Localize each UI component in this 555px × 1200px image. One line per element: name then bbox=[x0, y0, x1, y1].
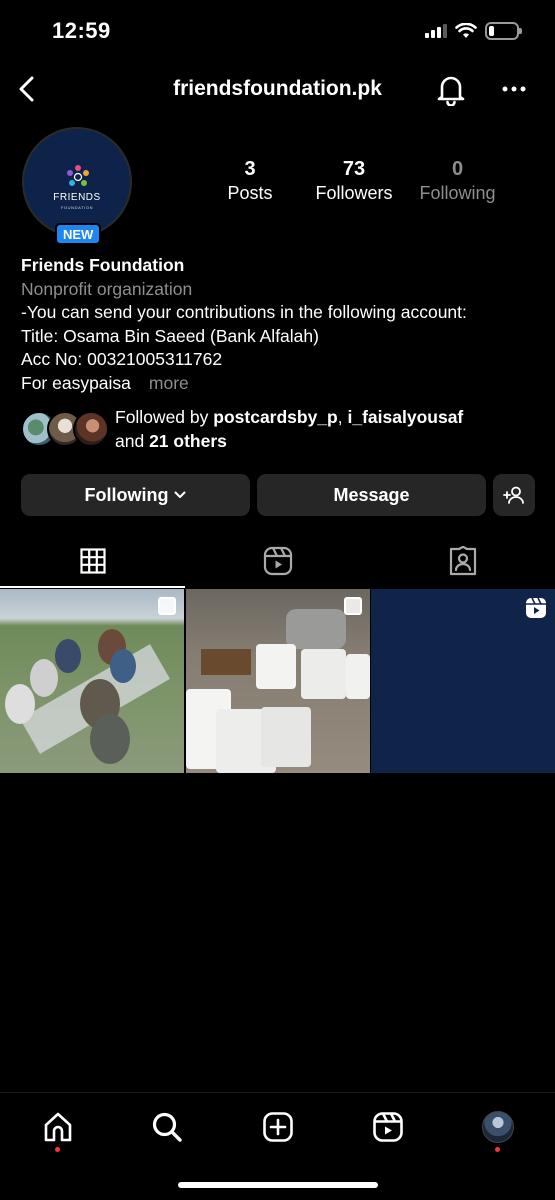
home-indicator[interactable] bbox=[178, 1182, 378, 1188]
mutual-followers-others[interactable]: 21 others bbox=[149, 431, 227, 451]
nav-search[interactable] bbox=[147, 1107, 187, 1147]
scene-person bbox=[90, 714, 130, 764]
profile-category: Nonprofit organization bbox=[21, 278, 193, 299]
profile-display-name: Friends Foundation bbox=[21, 255, 185, 275]
nav-new-post[interactable] bbox=[258, 1107, 298, 1147]
bell-icon bbox=[437, 76, 465, 107]
status-bar: 12:59 bbox=[0, 0, 555, 62]
status-icons bbox=[425, 22, 522, 40]
followers-stat[interactable]: 73 Followers bbox=[309, 158, 399, 204]
scene-person bbox=[30, 659, 58, 697]
reel-icon bbox=[526, 597, 546, 618]
mutual-follower-name[interactable]: postcardsby_p bbox=[213, 407, 337, 427]
multiple-posts-icon bbox=[158, 597, 176, 615]
avatar-logo-subtext: FOUNDATION bbox=[60, 205, 94, 210]
scene-person bbox=[5, 684, 35, 724]
new-badge: NEW bbox=[55, 223, 102, 245]
bio-line: Title: Osama Bin Saeed (Bank Alfalah) bbox=[21, 325, 319, 346]
mutual-follower-name[interactable]: i_faisalyousaf bbox=[348, 407, 464, 427]
home-notification-dot bbox=[55, 1147, 60, 1152]
mutual-follower-avatar bbox=[73, 411, 109, 447]
post-thumbnail[interactable] bbox=[186, 589, 370, 773]
scene-box-stack bbox=[256, 644, 296, 689]
profile-tabs bbox=[0, 534, 555, 588]
more-options-button[interactable] bbox=[498, 74, 530, 104]
message-button[interactable]: Message bbox=[257, 474, 486, 516]
tab-tagged[interactable] bbox=[370, 534, 555, 588]
chevron-down-icon bbox=[174, 491, 186, 498]
multiple-posts-icon bbox=[344, 597, 362, 615]
nav-home[interactable] bbox=[38, 1107, 78, 1147]
scene-person bbox=[55, 639, 81, 673]
nav-profile[interactable] bbox=[478, 1107, 518, 1147]
add-user-icon bbox=[503, 486, 524, 504]
following-count: 0 bbox=[451, 158, 464, 180]
scene-person bbox=[110, 649, 136, 683]
profile-bio: Friends Foundation Nonprofit organizatio… bbox=[21, 254, 541, 395]
ellipsis-icon bbox=[502, 86, 526, 92]
posts-label: Posts bbox=[227, 183, 273, 203]
bio-more-link[interactable]: more bbox=[149, 373, 189, 393]
reels-icon bbox=[263, 546, 292, 576]
following-button[interactable]: Following bbox=[21, 474, 250, 516]
bio-line: -You can send your contributions in the … bbox=[21, 302, 467, 322]
scene-box-stack bbox=[346, 654, 370, 699]
followed-by-text: Followed by postcardsby_p, i_faisalyousa… bbox=[115, 405, 463, 453]
home-icon bbox=[44, 1112, 72, 1142]
profile-header: friendsfoundation.pk bbox=[0, 62, 555, 118]
post-thumbnail[interactable] bbox=[0, 589, 184, 773]
new-post-icon bbox=[263, 1112, 293, 1142]
tagged-icon bbox=[449, 546, 476, 576]
following-button-label: Following bbox=[84, 484, 169, 505]
profile-notification-dot bbox=[495, 1147, 500, 1152]
profile-actions: Following Message bbox=[21, 474, 535, 516]
tab-reels[interactable] bbox=[185, 534, 370, 588]
cellular-signal-icon bbox=[425, 24, 447, 38]
wifi-icon bbox=[455, 23, 477, 38]
posts-count: 3 bbox=[244, 158, 256, 180]
followed-by-separator: , bbox=[337, 407, 343, 427]
battery-icon bbox=[485, 22, 522, 40]
tab-posts[interactable] bbox=[0, 534, 185, 588]
message-button-label: Message bbox=[333, 484, 410, 505]
scene-box-stack bbox=[261, 707, 311, 767]
friends-foundation-logo-icon bbox=[67, 165, 89, 186]
search-icon bbox=[152, 1112, 182, 1142]
followed-by-and: and bbox=[115, 431, 145, 451]
posts-stat[interactable]: 3 Posts bbox=[220, 158, 280, 204]
followed-by-prefix: Followed by bbox=[115, 407, 209, 427]
bio-line-text: For easypaisa bbox=[21, 372, 131, 393]
profile-avatar-icon bbox=[482, 1111, 514, 1143]
followed-by-section[interactable]: Followed by postcardsby_p, i_faisalyousa… bbox=[21, 405, 541, 451]
suggested-users-button[interactable] bbox=[493, 474, 535, 516]
bio-line: Acc No: 00321005311762 bbox=[21, 349, 223, 369]
active-tab-indicator bbox=[0, 586, 185, 588]
profile-avatar[interactable]: FRIENDS FOUNDATION bbox=[22, 127, 132, 237]
reel-thumbnail[interactable] bbox=[371, 589, 555, 773]
nav-reels[interactable] bbox=[368, 1107, 408, 1147]
avatar-logo-text: FRIENDS bbox=[53, 192, 101, 203]
following-label: Following bbox=[419, 183, 496, 203]
scene-box-stack bbox=[301, 649, 346, 699]
followers-label: Followers bbox=[315, 183, 393, 203]
following-stat[interactable]: 0 Following bbox=[410, 158, 505, 204]
reels-icon bbox=[373, 1112, 403, 1142]
followers-count: 73 bbox=[342, 158, 366, 180]
notifications-button[interactable] bbox=[434, 72, 468, 107]
bio-line-last: For easypaisa more bbox=[21, 372, 541, 396]
posts-grid bbox=[0, 589, 555, 773]
scene-pot bbox=[286, 609, 346, 649]
grid-icon bbox=[79, 548, 106, 574]
status-time: 12:59 bbox=[52, 18, 111, 43]
scene-crate bbox=[201, 649, 251, 675]
profile-username: friendsfoundation.pk bbox=[173, 77, 382, 100]
